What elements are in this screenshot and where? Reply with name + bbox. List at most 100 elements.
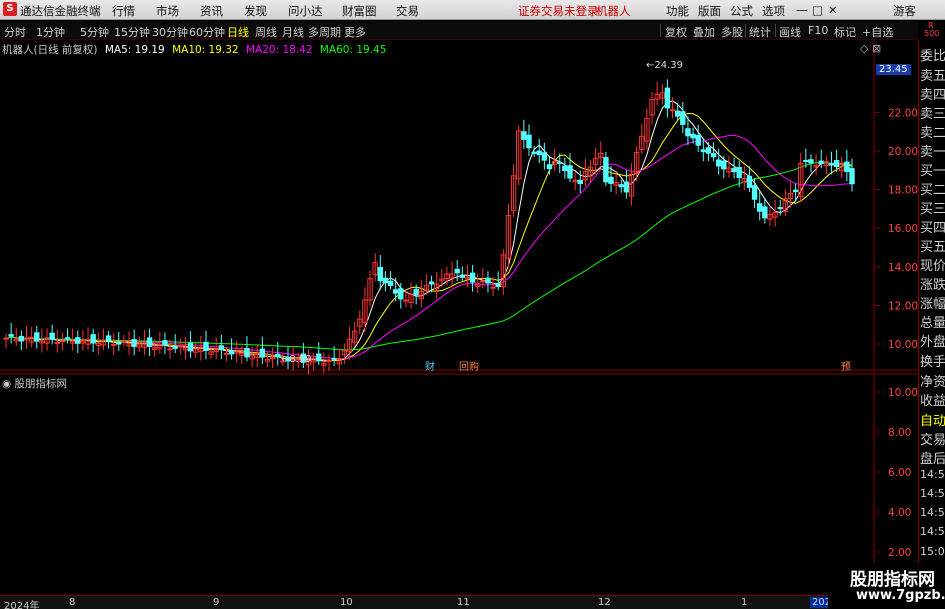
candle-body [751,185,758,200]
candle-body [105,335,112,342]
candle-body [110,344,117,347]
candle-body [690,133,696,139]
candle-body [377,266,383,282]
stats-button[interactable]: 统计 [749,24,771,40]
quote-field-0: 委比 [920,49,945,64]
candle-body [762,206,768,219]
quote-field-10: 买五 [920,240,945,255]
draw-button[interactable]: 画线 [779,24,801,40]
candle-body [387,280,394,286]
menu-bar: S 通达信金融终端 行情 市场 资讯 发现 问小达 财富圈 交易 证券交易未登录… [0,0,945,20]
candle-body [8,334,14,337]
period-multi[interactable]: 多周期 [308,24,341,40]
guest-user[interactable]: 游客 [893,3,916,19]
menu-item-news[interactable]: 资讯 [200,3,223,19]
quote-field-11: 现价 [920,259,945,274]
menu-item-function[interactable]: 功能 [666,3,689,19]
candle-body [459,274,466,278]
adjust-button[interactable]: 复权 [665,24,687,40]
quote-field-2: 卖四 [920,88,945,103]
ma10-line [5,112,853,361]
menu-item-layout[interactable]: 版面 [698,3,721,19]
menu-item-market[interactable]: 行情 [112,3,135,19]
maximize-icon[interactable]: □ [812,3,823,17]
candle-body [705,147,712,154]
menu-item-discover[interactable]: 发现 [244,3,267,19]
candle-body [326,360,332,363]
multi-stock-button[interactable]: 多股 [721,24,743,40]
sub-panel-label: ◉ 股朋指标网 [2,376,67,391]
add-favorite-button[interactable]: +自选 [862,24,893,40]
candle-body [131,339,137,347]
menu-item-wealth[interactable]: 财富圈 [342,3,377,19]
menu-item-options[interactable]: 选项 [762,3,785,19]
candle-body [674,110,681,117]
candle-body [833,160,840,168]
period-toolbar: 分时 1分钟 5分钟 15分钟 30分钟 60分钟 日线 周线 月线 多周期 更… [0,21,918,40]
menu-item-markets[interactable]: 市场 [156,3,179,19]
candle-body [680,111,686,125]
candle-body [721,160,727,170]
quote-field-24: 14:56 [920,506,945,519]
event-marker-forecast: 预 [841,361,851,373]
candle-body [75,337,81,344]
close-icon[interactable]: ✕ [828,3,838,17]
candle-body [715,159,722,167]
candle-body [228,350,235,355]
candle-body [669,109,676,112]
menu-item-formula[interactable]: 公式 [730,3,753,19]
f10-button[interactable]: F10 [808,24,828,37]
quote-field-3: 卖三 [920,107,945,122]
period-monthly[interactable]: 月线 [282,24,304,40]
kline-chart[interactable]: 22.00 20.00 18.00 16.00 14.00 12.00 10.00 10.00… [0,40,918,595]
period-1min[interactable]: 1分钟 [36,24,65,40]
period-15min[interactable]: 15分钟 [114,24,150,40]
mark-button[interactable]: 标记 [834,24,856,40]
overlay-button[interactable]: 叠加 [693,24,715,40]
quote-field-6: 买一 [920,164,945,179]
period-5min[interactable]: 5分钟 [80,24,109,40]
quote-field-26: 15:00 [920,545,945,558]
candle-body [664,87,671,109]
period-60min[interactable]: 60分钟 [189,24,225,40]
candle-body [116,342,122,345]
candle-body [59,340,66,343]
candle-body [710,153,717,158]
event-marker-finance: 财 [425,360,435,373]
candle-body [49,332,55,340]
ma60-line [5,162,853,351]
candle-body [577,179,583,185]
toolbar-divider [660,24,661,37]
high-price-label: ←24.39 [646,60,683,71]
date-label: 2024年 [4,601,40,609]
date-label: 10 [340,597,353,608]
candle-body [244,348,250,358]
candle-body [557,161,563,164]
candle-body [541,152,548,161]
candle-body [187,342,194,352]
candle-body [223,353,230,356]
minimize-icon[interactable]: — [796,3,808,17]
candle-body [34,332,40,342]
collapse-chevron-icon[interactable]: ◉ [2,378,15,390]
quote-field-5: 卖一 [920,145,945,160]
quote-panel: 委比 卖五 卖四 卖三 卖二 卖一 买一 买二 买三 买四 买五 现价 涨跌 涨幅 总量 外盘 换手 净资 收益 自动… [876,40,945,595]
price-tick-label: 12.00 [888,300,918,312]
quote-field-16: 换手 [920,355,945,370]
period-30min[interactable]: 30分钟 [152,24,188,40]
candle-body [746,175,753,188]
settings-gear-icon[interactable]: ◇ ⊠ [860,42,881,55]
candle-body [485,277,491,284]
period-weekly[interactable]: 周线 [255,24,277,40]
quote-field-7: 买二 [920,183,945,198]
period-more[interactable]: 更多 [344,24,366,40]
candle-body [413,288,419,296]
menu-item-trade[interactable]: 交易 [396,3,419,19]
sub-tick-label: 2.00 [888,547,911,559]
trade-login-warning[interactable]: 证券交易未登录 [518,3,599,19]
candle-body [3,337,9,340]
app-name: 通达信金融终端 [20,4,101,18]
period-daily[interactable]: 日线 [227,24,249,40]
menu-item-assistant[interactable]: 问小达 [288,3,323,19]
period-intraday[interactable]: 分时 [4,24,26,40]
